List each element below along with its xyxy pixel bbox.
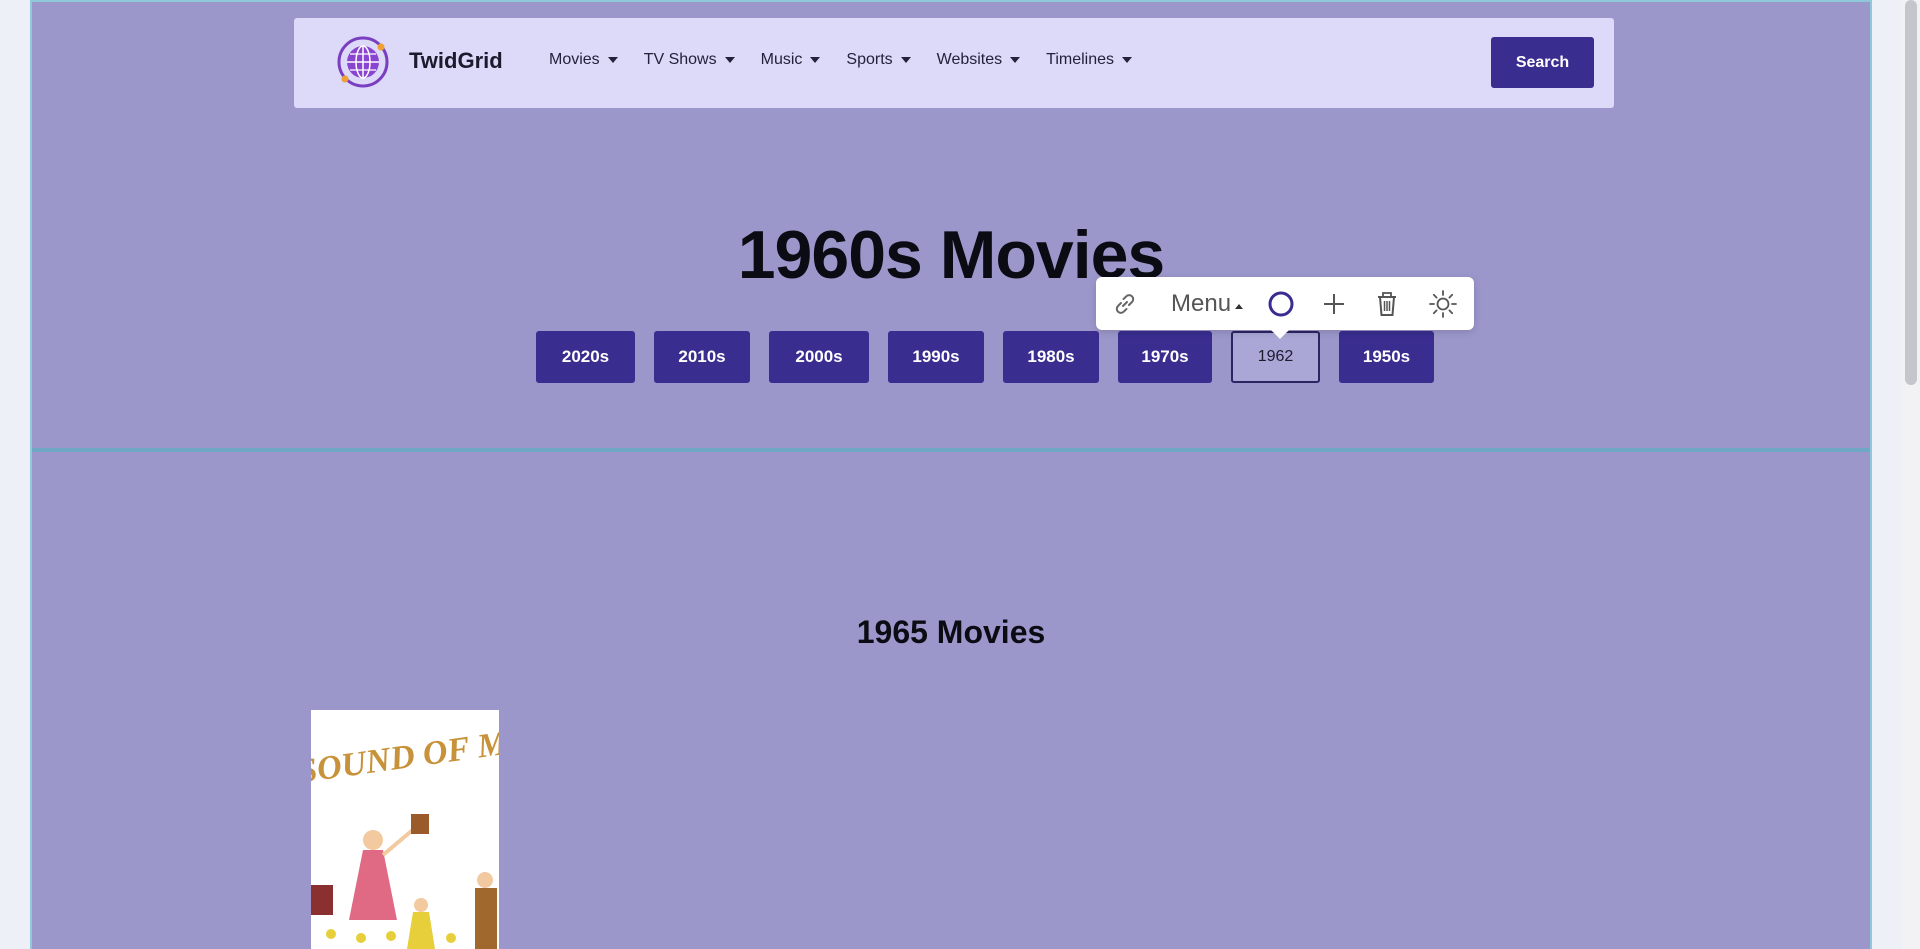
decade-button-2010s[interactable]: 2010s [654, 331, 750, 383]
main-nav: Movies TV Shows Music Sports Websites Ti… [549, 51, 1158, 69]
section-title: 1965 Movies [856, 614, 1046, 650]
nav-item-timelines[interactable]: Timelines [1046, 51, 1133, 69]
nav-item-sports[interactable]: Sports [846, 51, 911, 69]
decade-button-1950s[interactable]: 1950s [1339, 331, 1434, 383]
nav-item-movies[interactable]: Movies [549, 51, 618, 69]
nav-item-label: Movies [549, 51, 600, 68]
nav-item-websites[interactable]: Websites [937, 51, 1021, 69]
movie-poster-image: THE SOUND OF MUSIC [311, 710, 499, 949]
inline-edit-toolbar: Menu [1096, 277, 1474, 339]
toolbar-menu-button[interactable]: Menu [1171, 290, 1244, 318]
nav-item-label: Sports [846, 51, 893, 68]
nav-item-label: Websites [936, 51, 1003, 68]
caret-down-icon [1010, 57, 1021, 63]
sun-icon[interactable] [1428, 289, 1458, 319]
decade-button-2000s[interactable]: 2000s [769, 331, 869, 383]
page-title: 1960s Movies [737, 217, 1166, 293]
caret-down-icon [810, 57, 821, 63]
nav-item-label: Timelines [1046, 51, 1115, 68]
movie-poster[interactable]: THE SOUND OF MUSIC [311, 710, 499, 949]
decade-button-1970s[interactable]: 1970s [1118, 331, 1212, 383]
nav-item-tv-shows[interactable]: TV Shows [644, 51, 735, 69]
nav-item-music[interactable]: Music [761, 51, 821, 69]
caret-down-icon [1122, 57, 1133, 63]
page-container: TwidGrid Movies TV Shows Music Sports We… [30, 0, 1872, 949]
nav-item-label: TV Shows [643, 51, 717, 68]
caret-up-icon [1235, 303, 1244, 309]
search-button[interactable]: Search [1491, 37, 1594, 88]
decade-buttons: 2020s 2010s 2000s 1990s 1980s 1970s 1950… [536, 331, 1453, 383]
page-scrollbar[interactable] [1902, 0, 1920, 949]
brand-name[interactable]: TwidGrid [409, 48, 503, 74]
caret-down-icon [900, 57, 911, 63]
site-header: TwidGrid Movies TV Shows Music Sports We… [294, 18, 1614, 108]
decade-button-1990s[interactable]: 1990s [888, 331, 984, 383]
scrollbar-thumb[interactable] [1905, 0, 1917, 385]
decade-button-1980s[interactable]: 1980s [1003, 331, 1099, 383]
toolbar-menu-label: Menu [1171, 290, 1232, 317]
circle-icon[interactable] [1266, 289, 1296, 319]
plus-icon[interactable] [1319, 289, 1349, 319]
hero-section: TwidGrid Movies TV Shows Music Sports We… [32, 0, 1870, 452]
caret-down-icon [607, 57, 618, 63]
decade-button-2020s[interactable]: 2020s [536, 331, 635, 383]
trash-icon[interactable] [1372, 289, 1402, 319]
globe-logo-icon[interactable] [336, 35, 390, 89]
link-icon[interactable] [1110, 289, 1140, 319]
caret-down-icon [724, 57, 735, 63]
nav-item-label: Music [760, 51, 803, 68]
